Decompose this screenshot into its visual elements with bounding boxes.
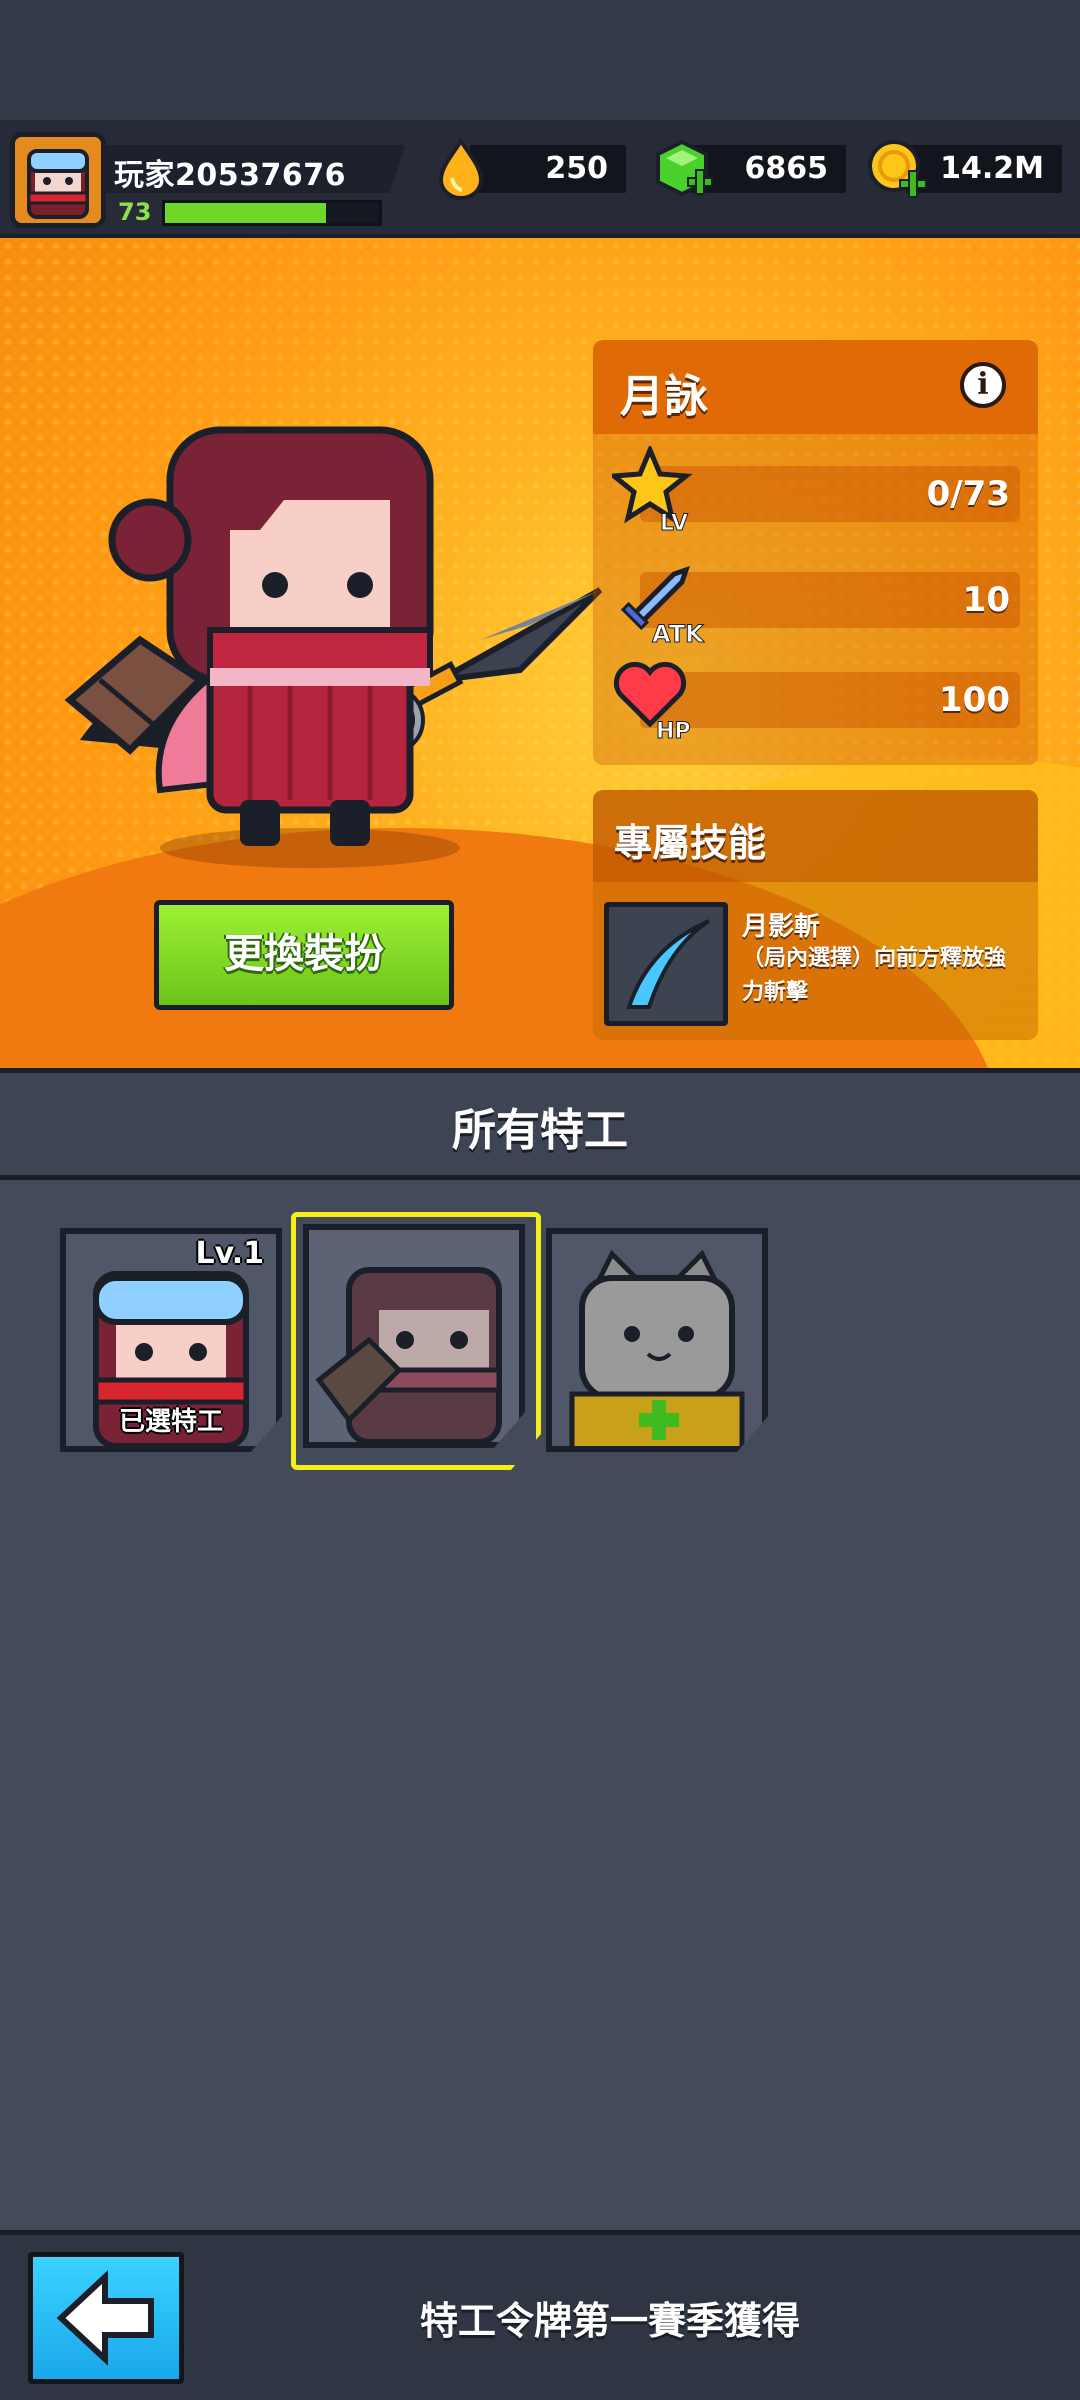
gem-plus-icon[interactable]: [652, 138, 716, 202]
player-avatar[interactable]: [10, 132, 106, 228]
agent-name: 月詠: [620, 371, 708, 422]
selected-agent-badge: 已選特工: [118, 1407, 223, 1437]
skill-name: 月影斬: [742, 912, 821, 942]
lv-label: LV: [660, 511, 688, 536]
gem-value: 6865: [744, 151, 829, 186]
skill-description: （局內選擇）向前方釋放強力斬擊: [742, 946, 1007, 1005]
crescent-slash-icon: [626, 919, 711, 1009]
gold-value: 14.2M: [940, 151, 1044, 186]
xp-bar: [162, 200, 382, 226]
back-button[interactable]: [28, 2252, 184, 2384]
level-value: 0/73: [926, 474, 1010, 514]
ninja-avatar-icon: [15, 137, 101, 223]
level-star-icon: LV: [612, 446, 693, 536]
hp-value: 100: [939, 680, 1010, 720]
gold-coin-plus-icon[interactable]: [866, 138, 930, 202]
back-arrow-icon: [56, 2270, 154, 2366]
hp-label: HP: [656, 719, 691, 744]
agent-card-cat[interactable]: [546, 1228, 768, 1452]
heart-icon: HP: [613, 661, 691, 744]
sword-icon: ATK: [620, 566, 706, 646]
player-level: 73: [118, 198, 152, 226]
agent-card-goggle-ninja[interactable]: Lv.1 已選特工: [60, 1228, 282, 1452]
energy-value: 250: [545, 151, 608, 186]
energy-drop-icon: [438, 138, 484, 200]
cat-agent-portrait-icon: [552, 1234, 762, 1446]
attack-value: 10: [962, 580, 1010, 620]
skill-icon-frame[interactable]: [604, 902, 728, 1026]
info-icon[interactable]: i: [960, 362, 1006, 408]
unlock-source-text: 特工令牌第一賽季獲得: [419, 2299, 800, 2343]
card-level: Lv.1: [195, 1236, 265, 1271]
agent-card-kunoichi[interactable]: [303, 1224, 525, 1448]
player-name: 玩家20537676: [114, 158, 346, 193]
kunoichi-character-illustration: [64, 426, 603, 846]
xp-bar-fill: [165, 203, 326, 223]
status-bar-area: [0, 0, 1080, 120]
energy-counter[interactable]: 250: [470, 145, 626, 193]
kunoichi-portrait-icon: [309, 1230, 519, 1442]
skill-header: 專屬技能: [614, 821, 767, 865]
atk-label: ATK: [652, 620, 705, 646]
change-outfit-button[interactable]: 更換裝扮: [154, 900, 454, 1010]
agent-list-title: 所有特工: [452, 1105, 628, 1156]
